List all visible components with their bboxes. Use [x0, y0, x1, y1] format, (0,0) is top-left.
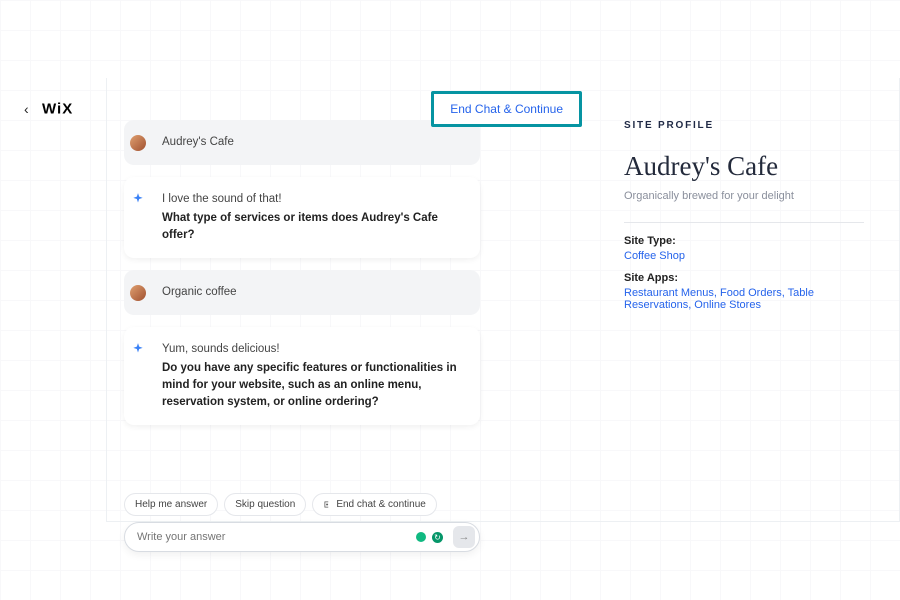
site-type-value[interactable]: Coffee Shop	[624, 250, 864, 262]
ai-question: Do you have any specific features or fun…	[162, 360, 466, 412]
site-type-label: Site Type:	[624, 235, 864, 247]
user-avatar-icon	[130, 285, 146, 301]
answer-input[interactable]	[137, 531, 410, 543]
site-apps-value[interactable]: Restaurant Menus, Food Orders, Table Res…	[624, 287, 864, 311]
user-message: Organic coffee	[124, 270, 480, 315]
user-avatar-icon	[130, 135, 146, 151]
site-title: Audrey's Cafe	[624, 151, 864, 182]
back-chevron-icon[interactable]: ‹	[24, 101, 29, 117]
site-subtitle: Organically brewed for your delight	[624, 190, 864, 202]
ai-question: What type of services or items does Audr…	[162, 210, 466, 245]
top-bar: ‹ WiX End Chat & Continue	[0, 87, 900, 131]
sparkle-icon	[131, 192, 145, 206]
sparkle-icon	[131, 342, 145, 356]
refresh-icon[interactable]: ↻	[432, 532, 443, 543]
exit-icon	[323, 500, 332, 509]
chip-label: End chat & continue	[336, 499, 426, 510]
end-chat-chip[interactable]: End chat & continue	[312, 493, 437, 516]
help-me-answer-chip[interactable]: Help me answer	[124, 493, 218, 516]
quick-action-chips: Help me answer Skip question End chat & …	[124, 493, 437, 516]
wix-logo: WiX	[42, 101, 73, 118]
ai-intro: Yum, sounds delicious!	[162, 341, 466, 358]
ai-message: Yum, sounds delicious! Do you have any s…	[124, 327, 480, 425]
site-apps-label: Site Apps:	[624, 272, 864, 284]
end-chat-continue-button[interactable]: End Chat & Continue	[431, 91, 582, 127]
mic-icon[interactable]	[416, 532, 426, 542]
skip-question-chip[interactable]: Skip question	[224, 493, 306, 516]
message-text: Organic coffee	[162, 284, 466, 301]
send-button[interactable]: →	[453, 526, 475, 548]
ai-intro: I love the sound of that!	[162, 191, 466, 208]
site-profile-panel: SITE PROFILE Audrey's Cafe Organically b…	[624, 120, 864, 311]
composer: ↻ →	[124, 522, 480, 552]
chat-column: Audrey's Cafe I love the sound of that! …	[124, 78, 480, 516]
ai-message: I love the sound of that! What type of s…	[124, 177, 480, 258]
divider	[624, 222, 864, 223]
message-text: Audrey's Cafe	[162, 134, 466, 151]
